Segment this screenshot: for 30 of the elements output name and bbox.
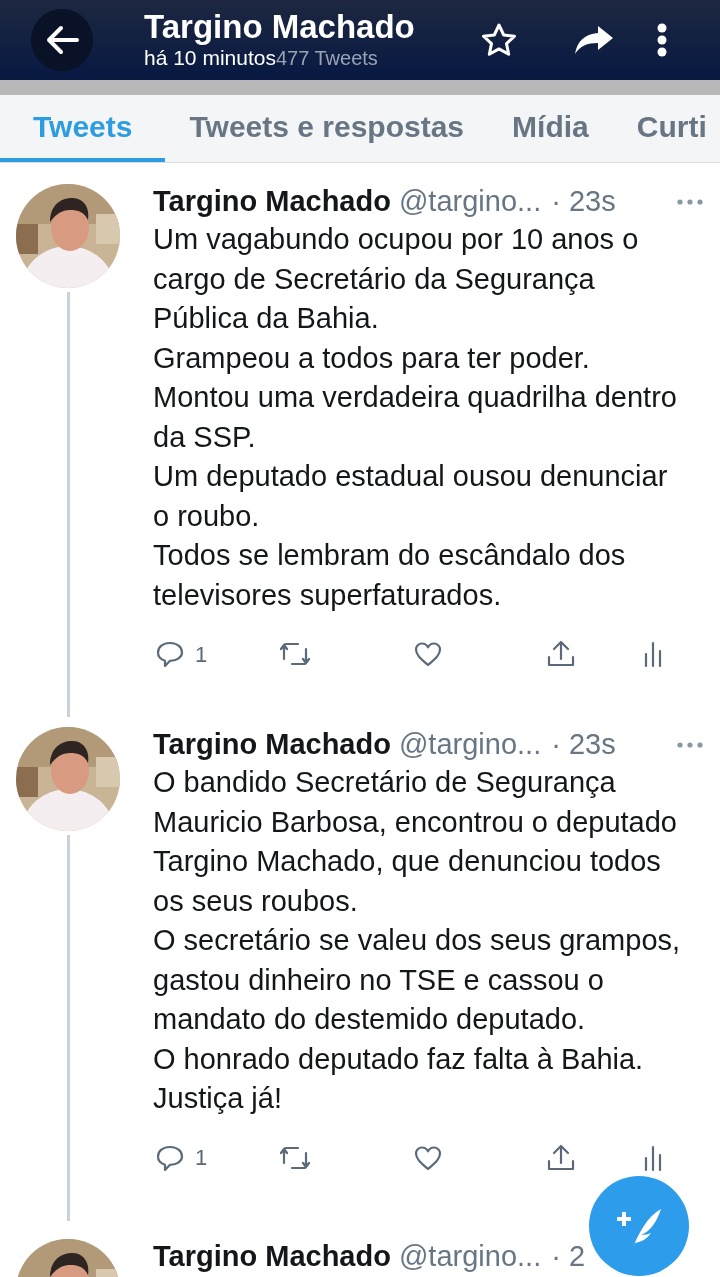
star-icon [481,23,517,57]
reply-count: 1 [195,640,208,669]
author-name: Targino Machado [153,727,391,763]
author-name: Targino Machado [153,184,391,220]
tweet-text: O bandido Secretário de Segurança Mauricio Barbosa, encontrou o deputado Targino Machado, que denunciou todos os seus roubos. O secretário se valeu dos seus grampos, gastou dinheiro no TSE e cassou o mandato do destemido deputado. O honrado deputado faz falta à Bahia. Justiça já! [153,765,682,1116]
more-options-button[interactable] [656,22,668,58]
reply-icon[interactable] [155,639,185,669]
share-icon[interactable] [546,639,577,669]
reply-count: 1 [195,1144,208,1172]
vertical-dots-icon [657,23,667,57]
heart-icon[interactable] [413,639,444,669]
more-icon[interactable] [676,198,704,206]
author-name: Targino Machado [153,1238,391,1274]
profile-tab[interactable]: Curti [612,95,720,162]
author-handle: @targino... [398,184,542,220]
tweet-time: · 2 [551,1238,586,1274]
profile-title: Targino Machado [144,9,416,45]
share-icon[interactable] [546,1142,577,1173]
tweet-time: · 23s [551,184,616,220]
share-arrow-icon [574,25,614,55]
more-icon[interactable] [676,741,704,749]
profile-tab[interactable]: Mídia [488,95,613,162]
tweet-count: 477 Tweets [275,46,378,71]
status-time: há 10 minutos [144,45,276,71]
profile-tab[interactable]: Tweets e respostas [165,95,489,162]
tweet-text: Um vagabundo ocupou por 10 anos o cargo de Secretário da Segurança Pública da Bahia. Grampeou a todos para ter poder. Montou uma verdadeira quadrilha dentro da SSP. Um deputado estadual ousou denunciar o roubo. Todos se lembram do escândalo dos televisores superfaturados. [153,222,678,613]
author-handle: @targino... [398,727,542,763]
tweet-time: · 23s [551,727,616,763]
author-handle: @targino... [398,1238,542,1274]
back-arrow-icon [45,25,79,55]
